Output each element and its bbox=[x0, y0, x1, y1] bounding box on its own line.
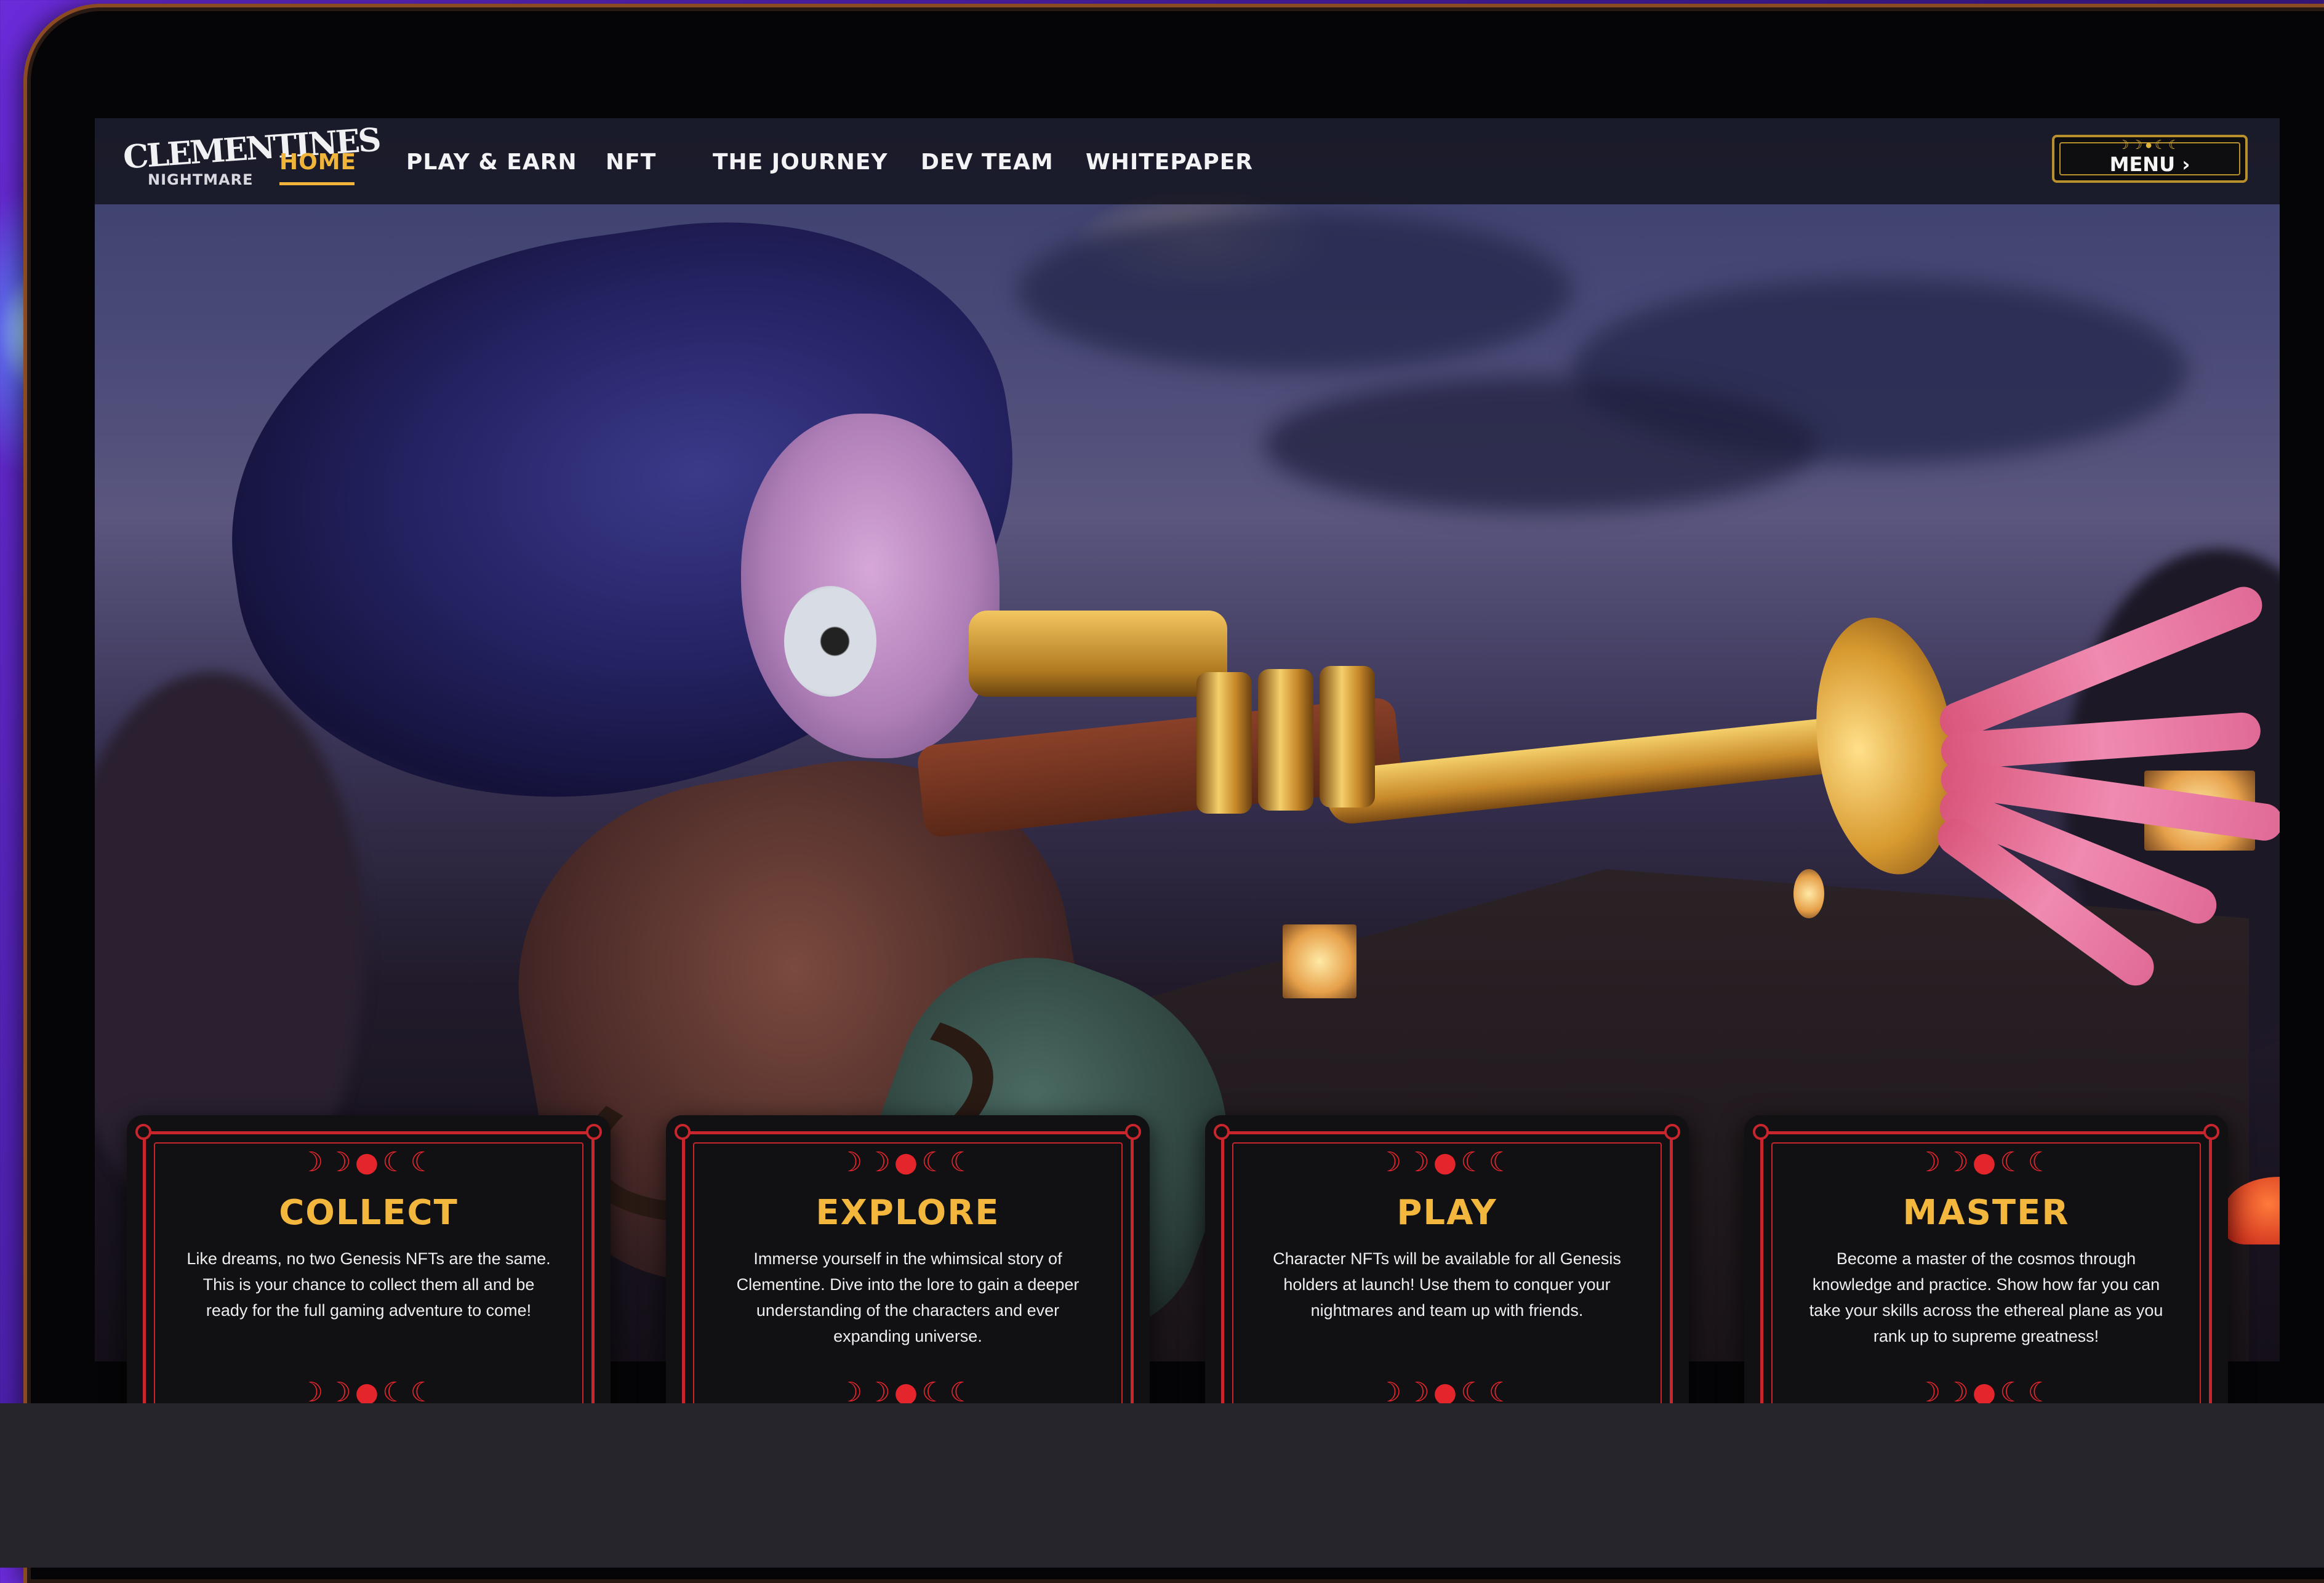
nav-home[interactable]: HOME bbox=[279, 146, 356, 179]
nav-nft[interactable]: NFT bbox=[606, 146, 656, 179]
card-description: Like dreams, no two Genesis NFTs are the… bbox=[186, 1249, 551, 1320]
nav-play-earn[interactable]: PLAY & EARN bbox=[406, 146, 577, 179]
nav-the-journey[interactable]: THE JOURNEY bbox=[713, 146, 888, 179]
moon-phase-icon: ☽☽●☾☾ bbox=[299, 1147, 439, 1178]
menu-label: MENU › bbox=[2109, 153, 2190, 176]
moon-ornament-icon: ☽☽●☾☾ bbox=[2118, 138, 2182, 152]
card-description: Character NFTs will be available for all… bbox=[1273, 1249, 1621, 1320]
moon-phase-icon: ☽☽●☾☾ bbox=[838, 1147, 978, 1178]
top-navigation: CLEMENTINES NIGHTMARE HOME PLAY & EARN N… bbox=[95, 118, 2280, 204]
menu-button[interactable]: ☽☽●☾☾ MENU › bbox=[2052, 135, 2248, 183]
card-title: PLAY bbox=[1396, 1193, 1497, 1233]
website-screen: CLEMENTINES NIGHTMARE HOME PLAY & EARN N… bbox=[95, 118, 2280, 1488]
card-title: EXPLORE bbox=[815, 1193, 1000, 1233]
moon-phase-icon: ☽☽●☾☾ bbox=[1377, 1147, 1517, 1178]
nav-dev-team[interactable]: DEV TEAM bbox=[921, 146, 1054, 179]
card-description: Immerse yourself in the whimsical story … bbox=[736, 1249, 1080, 1345]
moon-phase-icon: ☽☽●☾☾ bbox=[1916, 1147, 2056, 1178]
card-description: Become a master of the cosmos through kn… bbox=[1809, 1249, 2163, 1345]
card-title: COLLECT bbox=[279, 1193, 459, 1233]
active-nav-indicator bbox=[279, 182, 355, 185]
logo-subtitle: NIGHTMARE bbox=[148, 171, 254, 188]
site-logo[interactable]: CLEMENTINES NIGHTMARE bbox=[122, 121, 380, 196]
card-title: MASTER bbox=[1902, 1193, 2070, 1233]
laptop-bottom-bezel bbox=[0, 1403, 2324, 1568]
nav-whitepaper[interactable]: WHITEPAPER bbox=[1086, 146, 1253, 179]
logo-title: CLEMENTINES bbox=[122, 121, 381, 177]
